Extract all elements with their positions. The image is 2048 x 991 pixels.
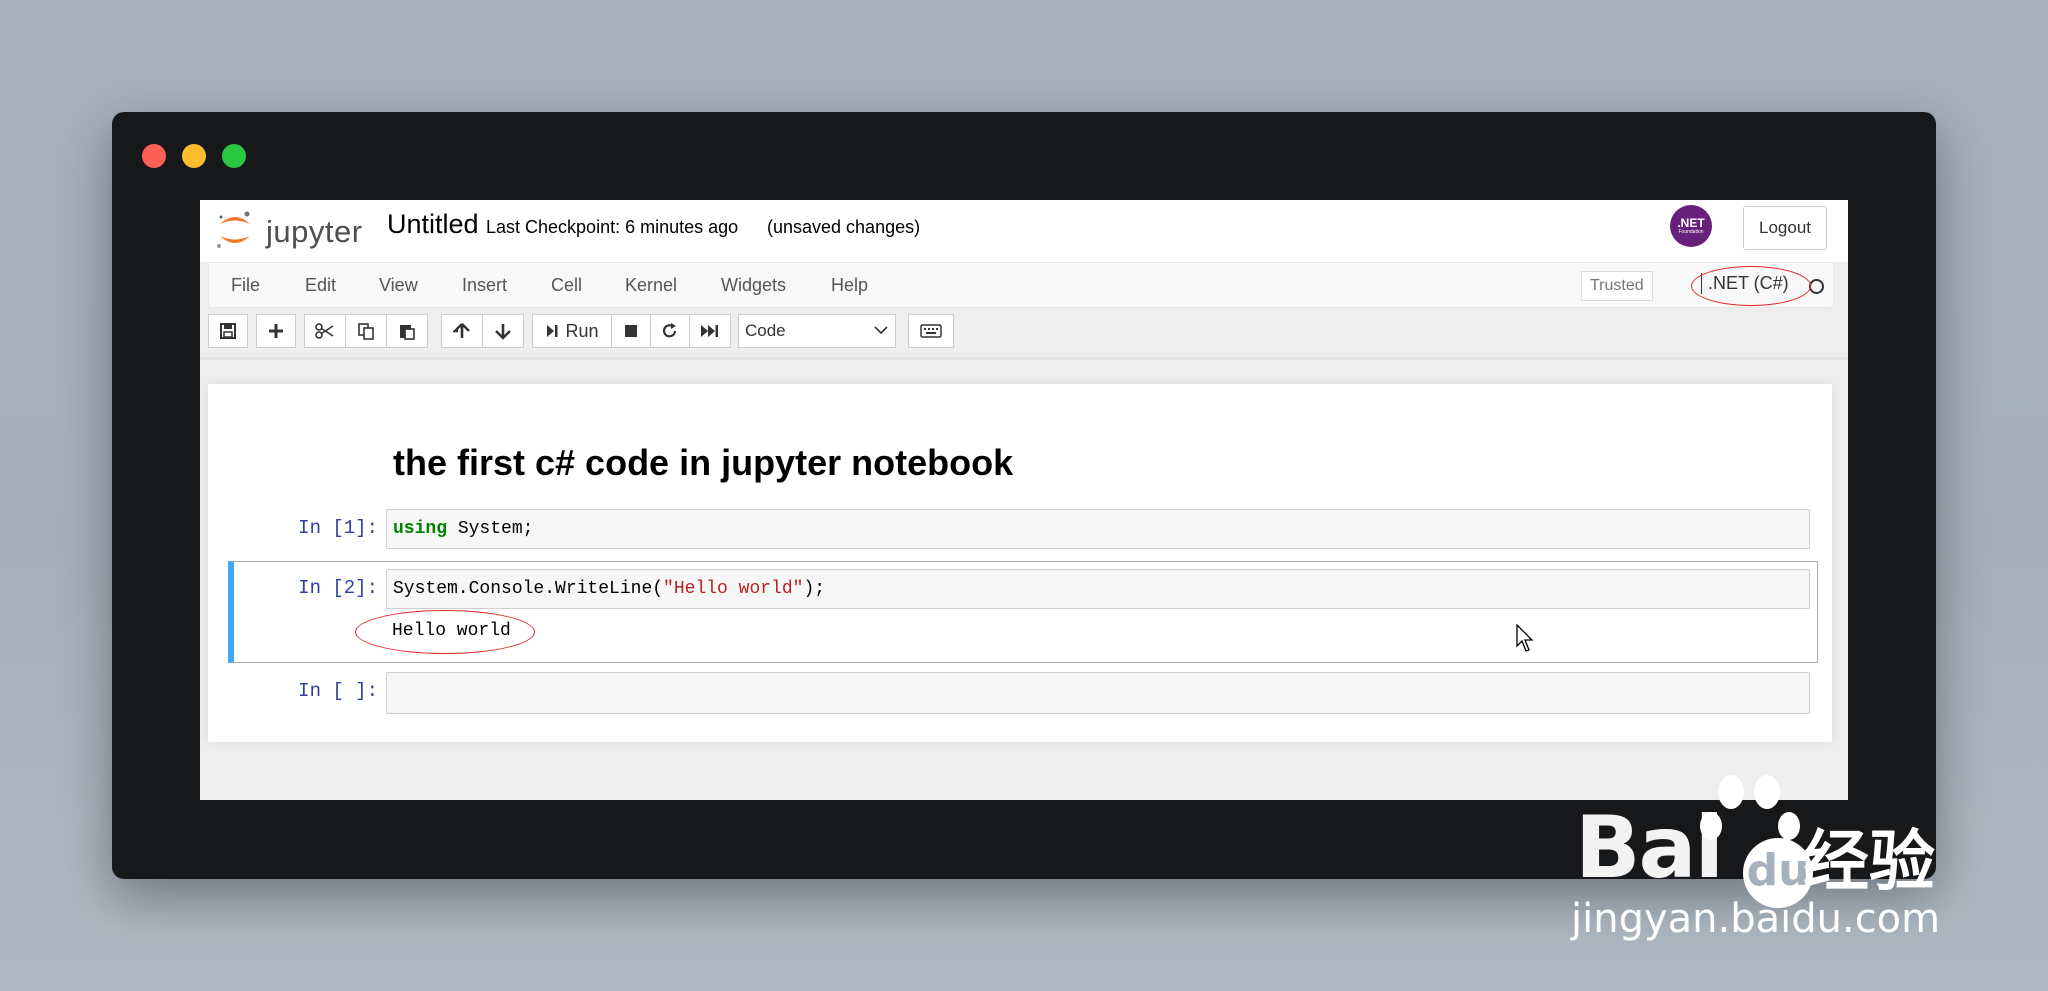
menu-view[interactable]: View: [379, 275, 418, 296]
dotnet-logo-subtext: Foundation: [1678, 229, 1704, 235]
command-palette-button[interactable]: [908, 314, 954, 348]
checkpoint-status: Last Checkpoint: 6 minutes ago: [486, 217, 739, 237]
minimize-window-button[interactable]: [182, 144, 206, 168]
menu-widgets[interactable]: Widgets: [721, 275, 786, 296]
trusted-indicator[interactable]: Trusted: [1581, 271, 1653, 301]
jupyter-logo-text: jupyter: [266, 214, 363, 249]
menu-kernel[interactable]: Kernel: [625, 275, 677, 296]
interrupt-button[interactable]: [611, 314, 651, 348]
watermark-url: jingyan.baidu.com: [1571, 896, 1941, 942]
jupyter-logo[interactable]: jupyter: [214, 208, 364, 252]
keyboard-icon: [920, 324, 942, 338]
code-cell-input[interactable]: System.Console.WriteLine("Hello world");: [386, 569, 1810, 609]
notebook-toolbar: Run Code: [208, 314, 1838, 350]
arrow-up-icon: [453, 323, 470, 338]
fast-forward-icon: [701, 325, 718, 337]
baidu-watermark: Bai du 经验 jingyan.baidu.com: [1565, 768, 1945, 942]
cell-prompt: In [1]:: [298, 517, 378, 539]
save-status: (unsaved changes): [767, 217, 921, 237]
annotation-ellipse-output: [355, 610, 535, 654]
stop-icon: [625, 325, 637, 337]
toolbar-divider: [200, 357, 1848, 360]
move-down-button[interactable]: [482, 314, 524, 348]
logout-button[interactable]: Logout: [1743, 206, 1827, 250]
menu-file[interactable]: File: [231, 275, 260, 296]
markdown-heading[interactable]: the first c# code in jupyter notebook: [393, 442, 1013, 484]
menu-insert[interactable]: Insert: [462, 275, 507, 296]
move-up-button[interactable]: [441, 314, 483, 348]
kernel-status-icon: [1809, 279, 1824, 294]
notebook-name[interactable]: Untitled: [387, 209, 479, 240]
code-cell-input[interactable]: [386, 672, 1810, 714]
dotnet-logo: .NET Foundation: [1670, 205, 1712, 247]
menu-help[interactable]: Help: [831, 275, 868, 296]
restart-button[interactable]: [650, 314, 690, 348]
cell-type-select[interactable]: Code: [738, 314, 896, 348]
save-icon: [220, 323, 236, 339]
cut-button[interactable]: [304, 314, 346, 348]
insert-cell-button[interactable]: [256, 314, 296, 348]
menubar: File Edit View Insert Cell Kernel Widget…: [208, 262, 1834, 308]
run-button[interactable]: Run: [532, 314, 612, 348]
code-keyword: using: [393, 519, 448, 539]
code-text: System.Console.WriteLine(: [393, 579, 664, 599]
restart-run-all-button[interactable]: [689, 314, 731, 348]
run-label: Run: [565, 320, 599, 341]
paste-button[interactable]: [386, 314, 428, 348]
cell-prompt: In [ ]:: [298, 680, 378, 702]
close-window-button[interactable]: [142, 144, 166, 168]
chevron-down-icon: [874, 326, 888, 335]
app-window: jupyter Untitled Last Checkpoint: 6 minu…: [112, 112, 1936, 879]
watermark-brand-latin: Bai: [1575, 798, 1724, 898]
scissors-icon: [315, 323, 334, 339]
mouse-cursor-icon: [1516, 624, 1534, 652]
copy-icon: [358, 323, 374, 340]
maximize-window-button[interactable]: [222, 144, 246, 168]
code-cell-input[interactable]: using System;: [386, 509, 1810, 549]
cell-prompt: In [2]:: [298, 577, 378, 599]
paste-icon: [400, 325, 415, 340]
watermark-brand-cn: 经验: [1803, 823, 1935, 900]
code-string: "Hello world": [663, 579, 804, 599]
code-text: );: [803, 579, 826, 599]
notebook-header: jupyter Untitled Last Checkpoint: 6 minu…: [200, 200, 1848, 262]
code-text: System;: [447, 519, 534, 539]
jupyter-screen: jupyter Untitled Last Checkpoint: 6 minu…: [200, 200, 1848, 800]
copy-button[interactable]: [345, 314, 387, 348]
annotation-ellipse-kernel: [1691, 266, 1811, 306]
plus-icon: [269, 324, 283, 338]
restart-icon: [662, 323, 677, 338]
jupyter-logo-icon: [217, 211, 250, 248]
save-button[interactable]: [208, 314, 248, 348]
arrow-down-icon: [495, 324, 511, 340]
notebook-container: the first c# code in jupyter notebook In…: [208, 384, 1832, 742]
menu-edit[interactable]: Edit: [305, 275, 336, 296]
run-icon: [547, 325, 558, 337]
dotnet-logo-text: .NET: [1677, 216, 1705, 230]
cell-type-value: Code: [745, 321, 786, 340]
menu-cell[interactable]: Cell: [551, 275, 582, 296]
